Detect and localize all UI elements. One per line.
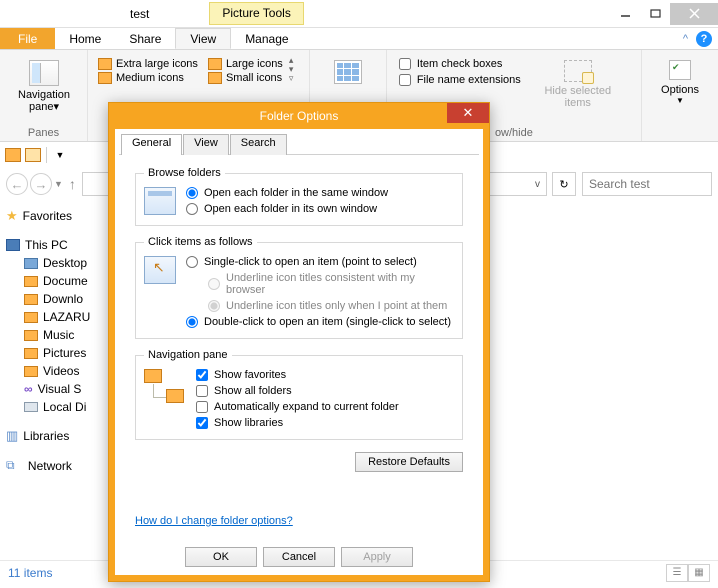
- tree-this-pc[interactable]: This PC: [4, 236, 105, 254]
- dialog-titlebar[interactable]: Folder Options ✕: [109, 103, 489, 129]
- legend-browse: Browse folders: [144, 167, 225, 179]
- layout-scroll-up[interactable]: ▴: [289, 56, 301, 64]
- view-details-toggle[interactable]: ☰: [666, 564, 688, 582]
- tab-share[interactable]: Share: [115, 28, 175, 49]
- apply-button[interactable]: Apply: [341, 547, 413, 567]
- qat-folder-icon[interactable]: [4, 147, 22, 163]
- forward-button[interactable]: →: [30, 173, 52, 195]
- check-auto-expand[interactable]: Automatically expand to current folder: [196, 401, 399, 413]
- history-dropdown[interactable]: ▼: [54, 179, 63, 189]
- window-title: test: [130, 7, 149, 21]
- current-view-button[interactable]: [318, 54, 378, 84]
- tree-documents[interactable]: Docume: [4, 272, 105, 290]
- legend-click: Click items as follows: [144, 236, 257, 248]
- tab-view[interactable]: View: [175, 28, 231, 49]
- maximize-button[interactable]: [640, 3, 670, 25]
- radio-double-click[interactable]: Double-click to open an item (single-cli…: [186, 316, 454, 328]
- legend-navpane: Navigation pane: [144, 349, 232, 361]
- qat-open-icon[interactable]: [24, 147, 42, 163]
- layout-extra-large-icons[interactable]: Extra large icons: [98, 58, 198, 70]
- tree-favorites[interactable]: Favorites: [4, 206, 105, 226]
- ribbon-expand-icon[interactable]: ^: [683, 33, 688, 45]
- folder-options-dialog: Folder Options ✕ General View Search Bro…: [108, 102, 490, 582]
- fieldset-browse-folders: Browse folders Open each folder in the s…: [135, 167, 463, 226]
- back-button[interactable]: ←: [6, 173, 28, 195]
- fieldset-click-items: Click items as follows Single-click to o…: [135, 236, 463, 339]
- dialog-title-text: Folder Options: [260, 109, 339, 123]
- layout-more[interactable]: ▿: [289, 74, 301, 82]
- group-panes-label: Panes: [8, 125, 79, 139]
- dialog-tab-view[interactable]: View: [183, 134, 229, 155]
- hide-selected-button: Hide selecteditems: [535, 54, 621, 125]
- view-icons-toggle[interactable]: ▦: [688, 564, 710, 582]
- layout-small-icons[interactable]: Small icons: [208, 72, 283, 84]
- tree-desktop[interactable]: Desktop: [4, 254, 105, 272]
- tree-lazaru[interactable]: LAZARU: [4, 308, 105, 326]
- status-item-count: 11 items: [8, 566, 52, 580]
- radio-underline-browser: Underline icon titles consistent with my…: [186, 272, 454, 296]
- radio-own-window[interactable]: Open each folder in its own window: [186, 203, 388, 215]
- tab-manage[interactable]: Manage: [231, 28, 302, 49]
- tree-visual-studio[interactable]: Visual S: [4, 380, 105, 398]
- tree-pictures[interactable]: Pictures: [4, 344, 105, 362]
- dialog-tab-general[interactable]: General: [121, 134, 182, 155]
- tab-home[interactable]: Home: [55, 28, 115, 49]
- layout-scroll-down[interactable]: ▾: [289, 65, 301, 73]
- navigation-pane-button[interactable]: Navigationpane▾: [8, 54, 80, 113]
- navpane-tree-icon: [144, 369, 188, 407]
- check-show-all-folders[interactable]: Show all folders: [196, 385, 399, 397]
- layout-medium-icons[interactable]: Medium icons: [98, 72, 198, 84]
- dialog-tabs: General View Search: [119, 133, 479, 155]
- ribbon-tabs: File Home Share View Manage ^ ?: [0, 28, 718, 50]
- tree-network[interactable]: Network: [4, 456, 105, 475]
- close-button[interactable]: [670, 3, 718, 25]
- cancel-button[interactable]: Cancel: [263, 547, 335, 567]
- check-show-libraries[interactable]: Show libraries: [196, 417, 399, 429]
- radio-underline-point: Underline icon titles only when I point …: [186, 300, 454, 312]
- restore-defaults-button[interactable]: Restore Defaults: [355, 452, 463, 472]
- options-icon: [669, 60, 691, 80]
- browse-folders-icon: [144, 187, 176, 215]
- tree-local-disk[interactable]: Local Di: [4, 398, 105, 416]
- current-view-icon: [334, 60, 362, 84]
- radio-same-window[interactable]: Open each folder in the same window: [186, 187, 388, 199]
- tree-videos[interactable]: Videos: [4, 362, 105, 380]
- tree-downloads[interactable]: Downlo: [4, 290, 105, 308]
- layout-large-icons[interactable]: Large icons: [208, 58, 283, 70]
- click-items-icon: [144, 256, 176, 284]
- window-titlebar: test Picture Tools: [0, 0, 718, 28]
- check-show-favorites[interactable]: Show favorites: [196, 369, 399, 381]
- context-tab-picture-tools[interactable]: Picture Tools: [209, 2, 303, 25]
- qat-dropdown[interactable]: ▼: [51, 147, 69, 163]
- help-icon[interactable]: ?: [696, 31, 712, 47]
- minimize-button[interactable]: [610, 3, 640, 25]
- check-file-extensions[interactable]: File name extensions: [399, 74, 521, 86]
- help-link-folder-options[interactable]: How do I change folder options?: [135, 515, 463, 527]
- fieldset-navigation-pane: Navigation pane Show favorites Show all …: [135, 349, 463, 440]
- up-button[interactable]: ↑: [69, 176, 76, 192]
- tree-music[interactable]: Music: [4, 326, 105, 344]
- radio-single-click[interactable]: Single-click to open an item (point to s…: [186, 256, 454, 268]
- dialog-tab-search[interactable]: Search: [230, 134, 287, 155]
- refresh-button[interactable]: ↻: [552, 172, 576, 196]
- tab-file[interactable]: File: [0, 28, 55, 49]
- ok-button[interactable]: OK: [185, 547, 257, 567]
- hide-selected-icon: [564, 60, 592, 82]
- options-button[interactable]: Options ▼: [650, 54, 710, 105]
- navigation-tree: Favorites This PC Desktop Docume Downlo …: [0, 200, 110, 560]
- check-item-checkboxes[interactable]: Item check boxes: [399, 58, 521, 70]
- navigation-pane-icon: [29, 60, 59, 86]
- search-input[interactable]: [582, 172, 712, 196]
- dialog-close-button[interactable]: ✕: [447, 103, 489, 123]
- tree-libraries[interactable]: Libraries: [4, 426, 105, 446]
